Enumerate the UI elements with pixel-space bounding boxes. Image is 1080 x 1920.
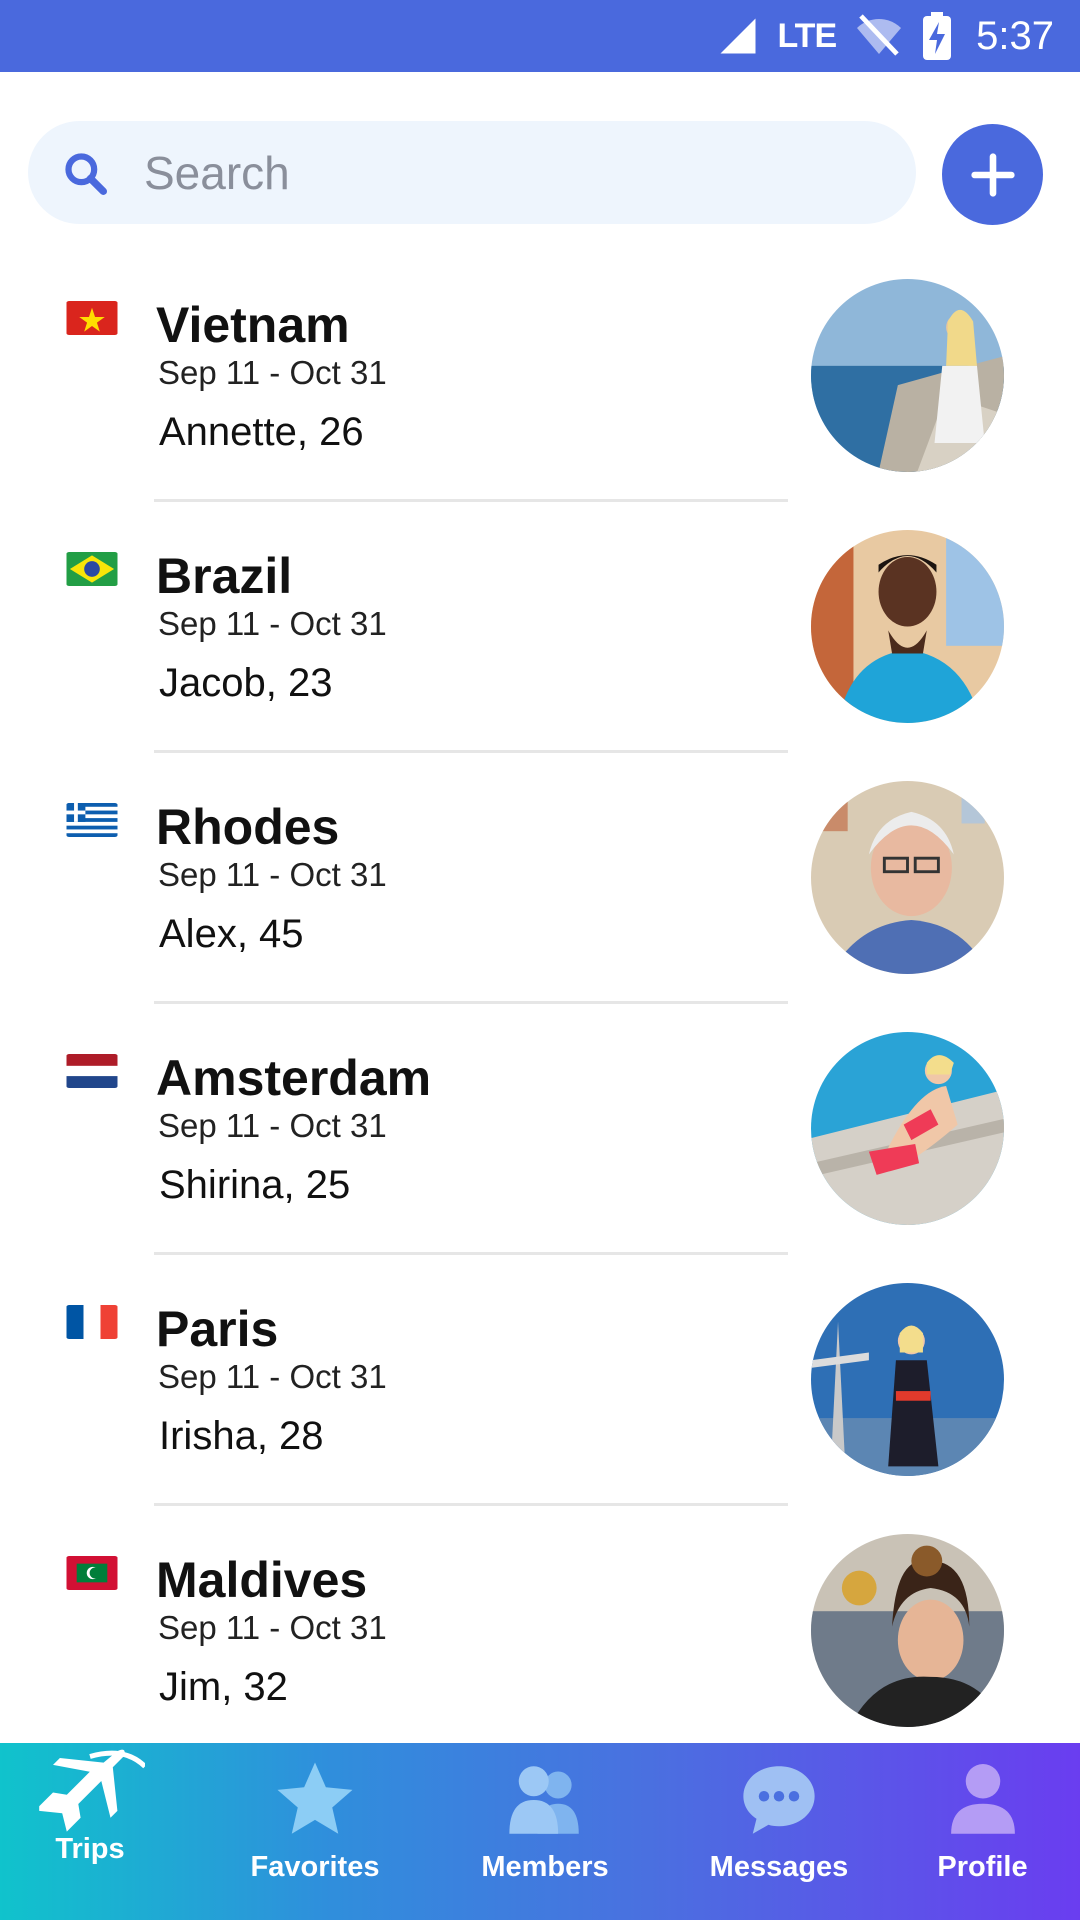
nav-messages[interactable]: Messages (703, 1743, 855, 1920)
trip-member: Irisha, 28 (159, 1414, 324, 1458)
plus-icon (970, 152, 1015, 197)
divider (154, 750, 788, 753)
search-bar[interactable] (28, 121, 916, 224)
nav-members[interactable]: Members (470, 1743, 620, 1920)
person-icon (950, 1764, 1015, 1834)
trip-destination: Amsterdam (156, 1050, 432, 1106)
chat-bubble-icon (743, 1766, 815, 1834)
avatar[interactable] (811, 1534, 1004, 1727)
avatar[interactable] (811, 781, 1004, 974)
trip-member: Jim, 32 (159, 1665, 288, 1709)
add-trip-button[interactable] (942, 124, 1043, 225)
nav-trips[interactable]: Trips (30, 1743, 150, 1920)
nav-label-profile: Profile (937, 1851, 1028, 1883)
netherlands-flag-icon (66, 1054, 118, 1088)
france-flag-icon (66, 1305, 118, 1339)
brazil-flag-icon (66, 552, 118, 586)
vietnam-flag-icon (66, 301, 118, 335)
avatar[interactable] (811, 279, 1004, 472)
search-icon (65, 153, 107, 195)
avatar[interactable] (811, 1283, 1004, 1476)
nav-favorites[interactable]: Favorites (240, 1743, 390, 1920)
trip-destination: Rhodes (156, 799, 340, 855)
status-bar: LTE 5:37 (0, 0, 1080, 72)
avatar[interactable] (811, 530, 1004, 723)
trip-member: Alex, 45 (159, 912, 304, 956)
battery-charging-icon (923, 12, 952, 60)
trip-destination: Paris (156, 1301, 279, 1357)
trip-member: Jacob, 23 (159, 661, 333, 705)
trip-destination: Vietnam (156, 297, 350, 353)
bottom-nav: Trips Favorites Members Messages Profile (0, 1743, 1080, 1920)
trip-dates: Sep 11 - Oct 31 (158, 354, 387, 391)
search-input[interactable] (144, 121, 884, 224)
clock: 5:37 (976, 13, 1054, 58)
trip-dates: Sep 11 - Oct 31 (158, 1358, 387, 1395)
divider (154, 499, 788, 502)
trip-destination: Maldives (156, 1552, 368, 1608)
maldives-flag-icon (66, 1556, 118, 1590)
plane-icon (39, 1749, 145, 1832)
avatar[interactable] (811, 1032, 1004, 1225)
divider (154, 1252, 788, 1255)
nav-profile[interactable]: Profile (920, 1743, 1045, 1920)
signal-icon (720, 18, 756, 54)
greece-flag-icon (66, 803, 118, 837)
divider (154, 1503, 788, 1506)
trip-dates: Sep 11 - Oct 31 (158, 1609, 387, 1646)
nav-label-favorites: Favorites (250, 1851, 380, 1883)
trip-destination: Brazil (156, 548, 293, 604)
trip-dates: Sep 11 - Oct 31 (158, 1107, 387, 1144)
nav-label-messages: Messages (709, 1851, 849, 1883)
trip-dates: Sep 11 - Oct 31 (158, 856, 387, 893)
star-icon (277, 1762, 353, 1834)
trip-member: Shirina, 25 (159, 1163, 351, 1207)
trip-member: Annette, 26 (159, 410, 364, 454)
trip-dates: Sep 11 - Oct 31 (158, 605, 387, 642)
wifi-off-icon (857, 14, 902, 56)
nav-label-members: Members (481, 1851, 609, 1883)
network-type: LTE (777, 16, 837, 55)
nav-label-trips: Trips (55, 1833, 125, 1865)
divider (154, 1001, 788, 1004)
members-icon (509, 1766, 579, 1834)
